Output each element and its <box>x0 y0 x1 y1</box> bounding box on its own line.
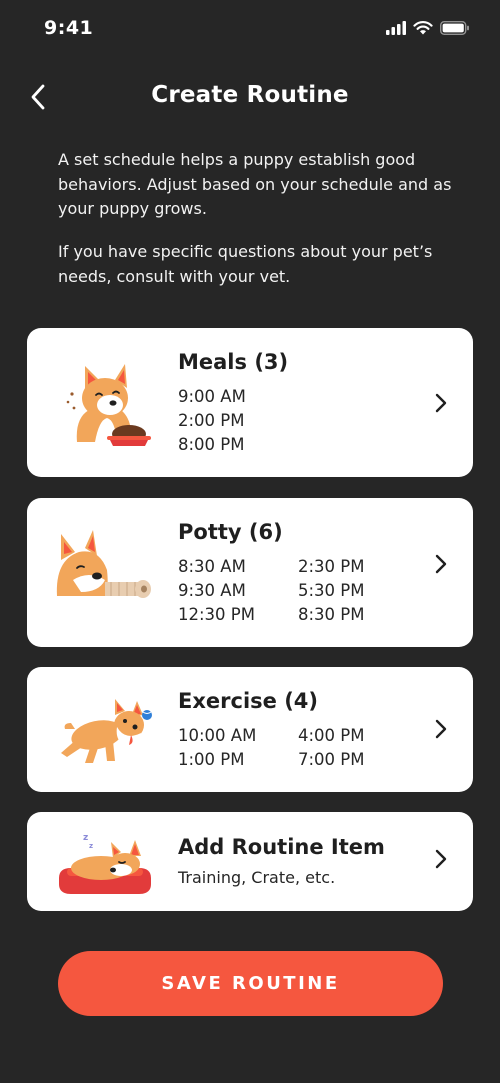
add-routine-item-subtitle: Training, Crate, etc. <box>178 868 336 887</box>
status-time: 9:41 <box>44 17 94 39</box>
potty-times-column-1: 8:30 AM 9:30 AM 12:30 PM <box>178 555 298 627</box>
chevron-right-icon <box>431 391 451 415</box>
routine-card-exercise[interactable]: Exercise (4) 10:00 AM 1:00 PM 4:00 PM 7:… <box>27 667 473 792</box>
potty-time: 5:30 PM <box>298 581 365 600</box>
potty-time: 2:30 PM <box>298 557 365 576</box>
routine-card-meals[interactable]: Meals (3) 9:00 AM 2:00 PM 8:00 PM <box>27 328 473 477</box>
routine-title-exercise: Exercise (4) <box>178 689 318 713</box>
exercise-time: 7:00 PM <box>298 750 365 769</box>
exercise-time: 1:00 PM <box>178 750 245 769</box>
meal-times-column: 9:00 AM 2:00 PM 8:00 PM <box>178 385 298 457</box>
meal-time: 8:00 PM <box>178 435 245 454</box>
intro-paragraph-schedule: A set schedule helps a puppy establish g… <box>58 150 452 218</box>
intro-paragraph-vet: If you have specific questions about you… <box>58 242 433 286</box>
dog-running-icon <box>61 699 152 763</box>
meal-time: 9:00 AM <box>178 387 246 406</box>
potty-time: 9:30 AM <box>178 581 246 600</box>
routine-card-potty[interactable]: Potty (6) 8:30 AM 9:30 AM 12:30 PM 2:30 … <box>27 498 473 647</box>
add-routine-item-card[interactable]: z z Add Routine Item Training, Crate, et… <box>27 812 473 911</box>
add-routine-item-title: Add Routine Item <box>178 835 385 859</box>
save-routine-button[interactable]: SAVE ROUTINE <box>58 951 443 1016</box>
wifi-icon <box>413 21 433 35</box>
header: Create Routine <box>0 70 500 126</box>
chevron-right-icon <box>431 717 451 741</box>
routine-title-potty: Potty (6) <box>178 520 283 544</box>
potty-time: 8:30 AM <box>178 557 246 576</box>
chevron-right-icon <box>431 552 451 576</box>
battery-icon <box>440 20 469 35</box>
signal-icon <box>386 20 406 35</box>
chevron-right-icon <box>431 847 451 871</box>
dog-sleeping-icon: z z <box>59 833 151 894</box>
potty-time: 8:30 PM <box>298 605 365 624</box>
exercise-times-column-1: 10:00 AM 1:00 PM <box>178 724 298 772</box>
potty-time: 12:30 PM <box>178 605 255 624</box>
status-bar: 9:41 <box>0 0 500 60</box>
meal-time: 2:00 PM <box>178 411 245 430</box>
dog-eating-icon <box>66 364 151 446</box>
routine-title-meals: Meals (3) <box>178 350 289 374</box>
status-icons <box>386 20 470 35</box>
exercise-times-column-2: 4:00 PM 7:00 PM <box>298 724 418 772</box>
exercise-time: 10:00 AM <box>178 726 257 745</box>
svg-text:z: z <box>83 833 88 843</box>
dog-potty-icon <box>56 530 151 598</box>
exercise-time: 4:00 PM <box>298 726 365 745</box>
potty-times-column-2: 2:30 PM 5:30 PM 8:30 PM <box>298 555 418 627</box>
svg-text:z: z <box>89 842 93 850</box>
page-title: Create Routine <box>151 82 349 108</box>
